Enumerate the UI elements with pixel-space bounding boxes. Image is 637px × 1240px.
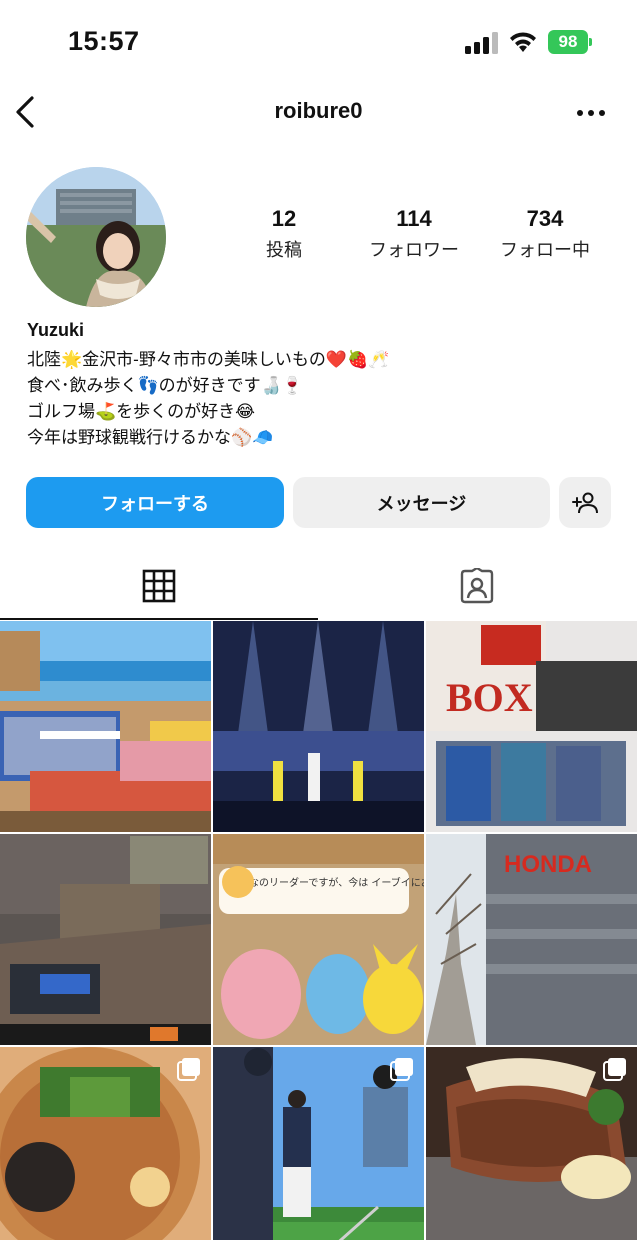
profile-avatar[interactable] — [26, 167, 166, 307]
status-bar: 15:57 98 — [0, 0, 637, 84]
post-beach-cafe[interactable] — [0, 621, 211, 832]
stat-following-count: 734 — [526, 206, 564, 231]
post-card-boxes[interactable]: BOX — [426, 621, 637, 832]
cellular-signal-icon — [465, 32, 498, 54]
stat-posts-label: 投稿 — [266, 240, 302, 260]
multiple-photos-icon — [390, 1058, 413, 1081]
post-honda-building[interactable]: HONDA — [426, 834, 637, 1045]
stat-posts[interactable]: 12 投稿 — [224, 206, 344, 262]
bio-line: 北陸🌟金沢市-野々市市の美味しいもの❤️🍓🥂 — [27, 350, 390, 369]
grid-icon — [142, 569, 176, 603]
bio-line: ゴルフ場⛳を歩くのが好き😂 — [27, 402, 256, 421]
tagged-person-icon — [460, 568, 494, 604]
stat-followers-count: 114 — [396, 206, 432, 231]
stat-following-label: フォロー中 — [500, 240, 590, 260]
multiple-photos-icon — [177, 1058, 200, 1081]
stat-posts-count: 12 — [271, 206, 297, 231]
profile-username: roibure0 — [274, 98, 363, 123]
stat-followers[interactable]: 114 フォロワー — [354, 206, 474, 262]
post-overlay-text: みんなのリーダーですが、今は イーブイにお願いしましょう! — [229, 876, 424, 889]
multiple-photos-icon — [603, 1058, 626, 1081]
battery-icon: 98 — [548, 30, 592, 54]
stat-following[interactable]: 734 フォロー中 — [485, 206, 605, 262]
post-pokemon-game[interactable]: みんなのリーダーですが、今は イーブイにお願いしましょう! — [213, 834, 424, 1045]
message-button[interactable]: メッセージ — [293, 477, 550, 528]
active-tab-indicator — [0, 618, 318, 620]
suggested-users-button[interactable] — [559, 477, 611, 528]
wifi-icon — [510, 32, 536, 52]
post-golf-course[interactable] — [213, 1047, 424, 1240]
profile-tabs — [0, 552, 637, 620]
tab-posts-grid[interactable] — [0, 552, 318, 620]
post-noodle-bowl[interactable] — [0, 1047, 211, 1240]
post-steak-plate[interactable] — [426, 1047, 637, 1240]
post-concert-stage[interactable] — [213, 621, 424, 832]
post-overlay-text: HONDA — [504, 851, 592, 878]
profile-stats: 12 投稿 114 フォロワー 734 フォロー中 — [230, 206, 630, 266]
profile-header: roibure0 — [0, 84, 637, 140]
status-time: 15:57 — [68, 26, 140, 56]
bio-line: 今年は野球観戦行けるかな⚾🧢 — [27, 428, 274, 447]
tab-tagged[interactable] — [318, 552, 636, 620]
more-options-icon[interactable] — [574, 98, 608, 128]
follow-button[interactable]: フォローする — [26, 477, 284, 528]
display-name: Yuzuki — [27, 320, 85, 340]
stat-followers-label: フォロワー — [369, 240, 459, 260]
post-overlay-text: BOX — [446, 675, 533, 720]
bio-line: 食べ･飲み歩く👣のが好きです🍶🍷 — [27, 376, 304, 395]
battery-level: 98 — [548, 30, 588, 54]
post-game-screenshot[interactable] — [0, 834, 211, 1045]
profile-bio: Yuzuki 北陸🌟金沢市-野々市市の美味しいもの❤️🍓🥂 食べ･飲み歩く👣のが… — [27, 320, 617, 451]
add-person-icon — [572, 492, 598, 513]
